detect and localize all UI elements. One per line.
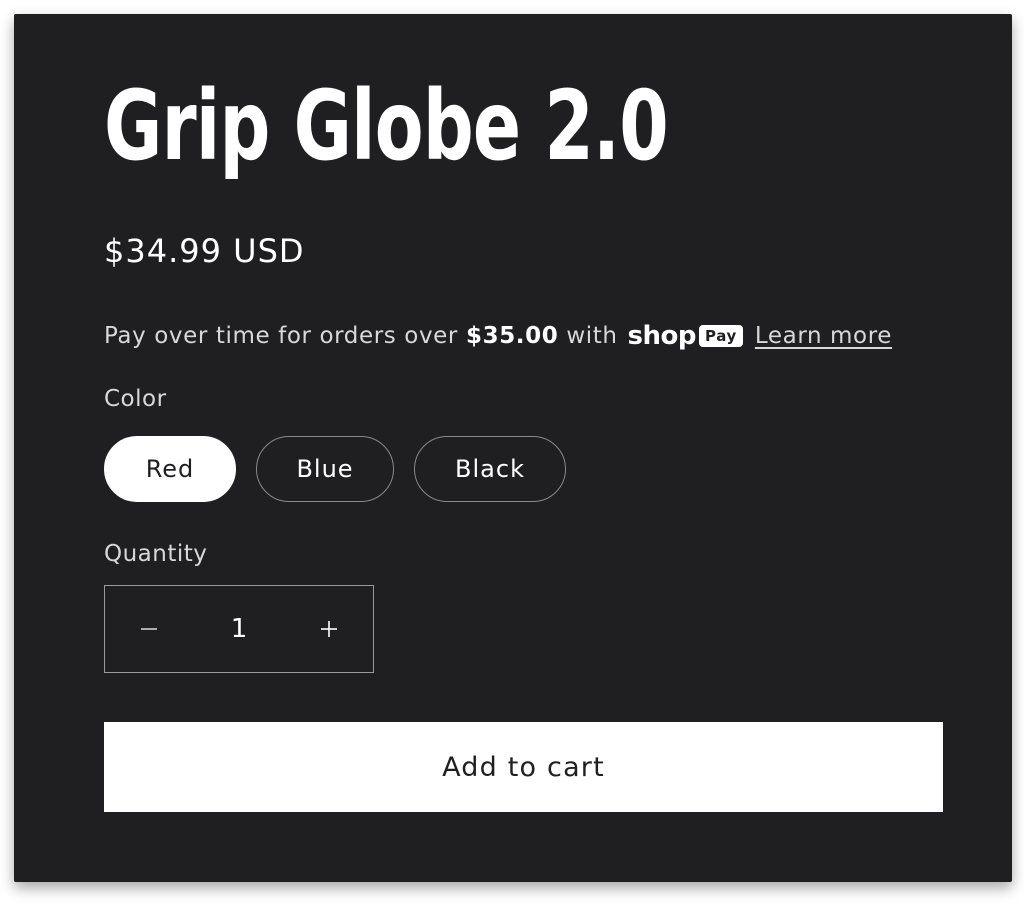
- minus-icon: [141, 628, 157, 630]
- shop-pay-installments: Pay over time for orders over $35.00 wit…: [104, 321, 892, 351]
- quantity-input[interactable]: [193, 613, 285, 645]
- color-option-black[interactable]: Black: [414, 436, 566, 502]
- decrease-quantity-button[interactable]: [105, 586, 193, 672]
- pay-badge: Pay: [699, 325, 743, 347]
- color-options: Red Blue Black: [104, 436, 566, 502]
- color-label: Color: [104, 386, 167, 412]
- installments-threshold: $35.00: [465, 323, 559, 349]
- quantity-stepper: [104, 585, 374, 673]
- installments-with: with: [566, 323, 618, 349]
- shop-pay-logo: shop: [627, 321, 697, 351]
- plus-icon: [321, 621, 337, 637]
- installments-text: Pay over time for orders over: [104, 323, 458, 349]
- product-card: Grip Globe 2.0 $34.99 USD Pay over time …: [14, 14, 1012, 882]
- learn-more-link[interactable]: Learn more: [755, 323, 892, 349]
- add-to-cart-button[interactable]: Add to cart: [104, 722, 943, 812]
- quantity-label: Quantity: [104, 541, 208, 567]
- product-title: Grip Globe 2.0: [104, 70, 669, 182]
- color-option-blue[interactable]: Blue: [256, 436, 394, 502]
- color-option-red[interactable]: Red: [104, 436, 236, 502]
- increase-quantity-button[interactable]: [285, 586, 373, 672]
- product-price: $34.99 USD: [104, 232, 305, 270]
